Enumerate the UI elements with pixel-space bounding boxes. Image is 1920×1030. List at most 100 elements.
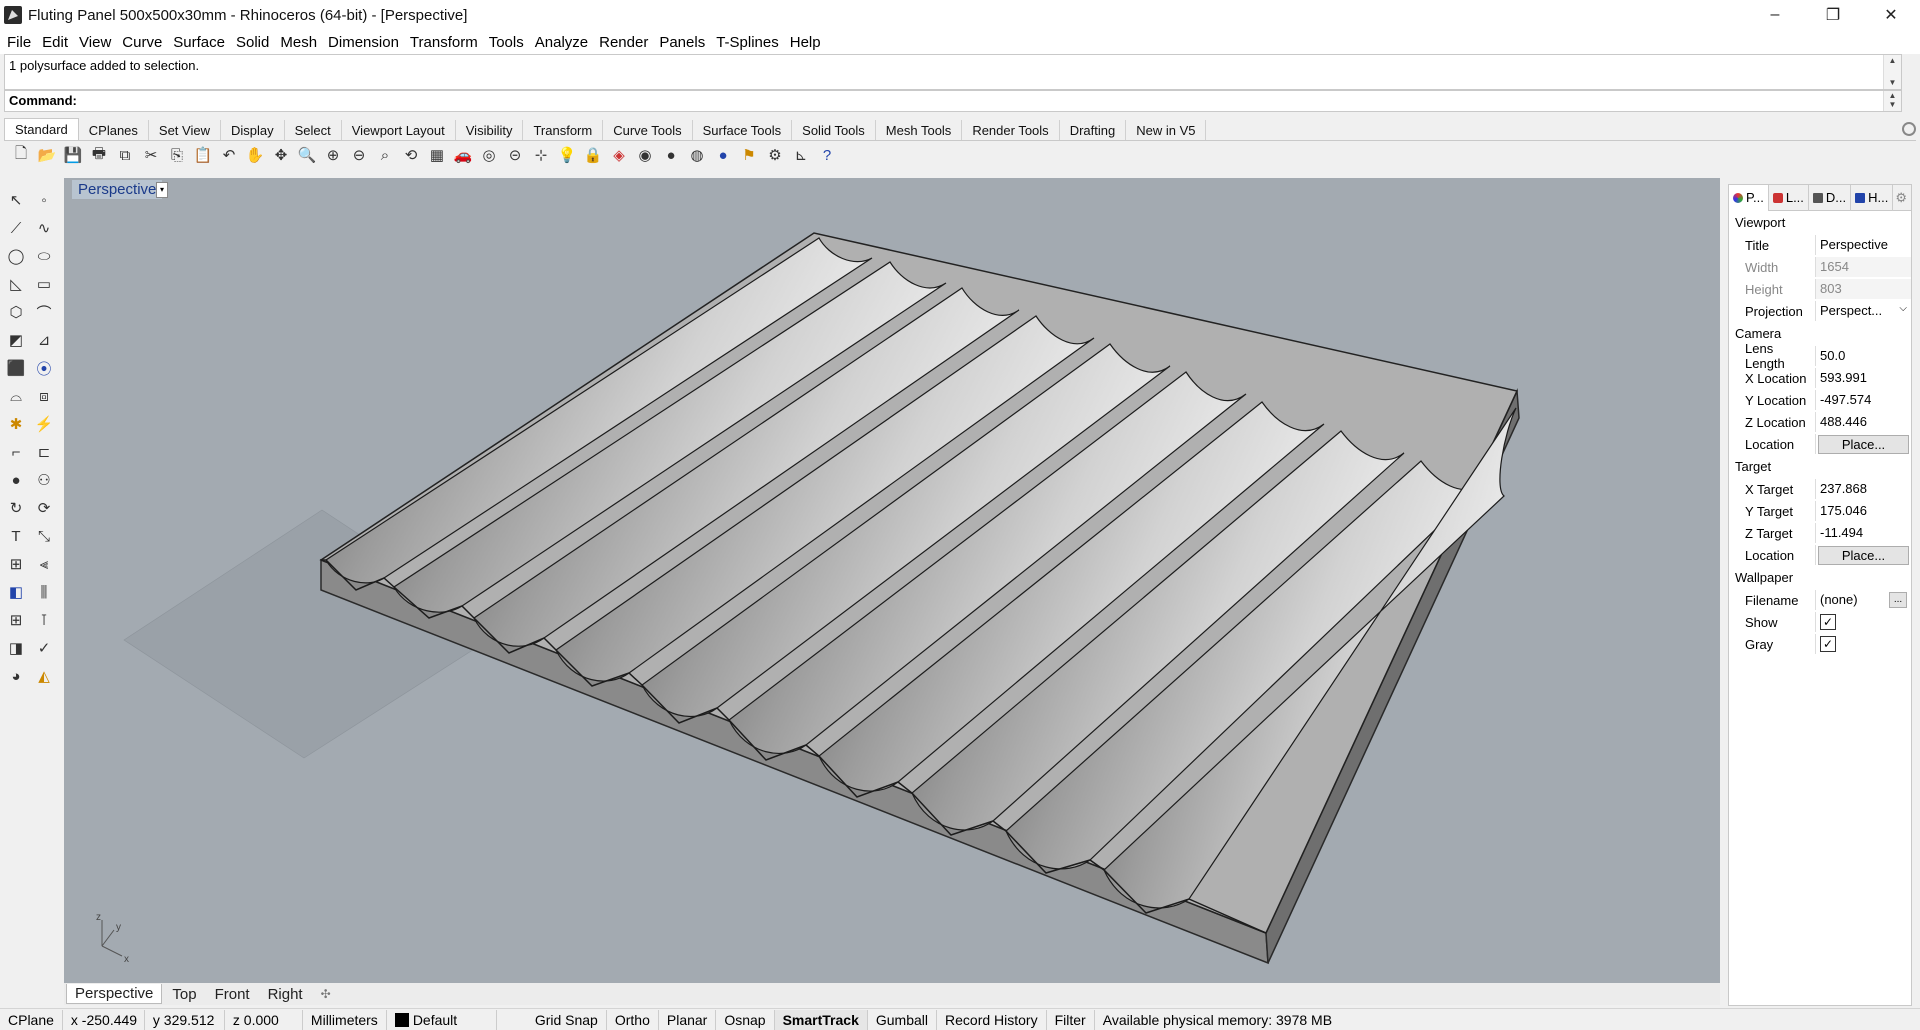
layer-icon[interactable]: ◈: [606, 143, 632, 167]
tab-standard[interactable]: Standard: [4, 118, 79, 140]
menu-surface[interactable]: Surface: [172, 34, 232, 51]
menu-curve[interactable]: Curve: [121, 34, 169, 51]
menu-render[interactable]: Render: [598, 34, 655, 51]
maximize-button[interactable]: ❐: [1804, 0, 1862, 30]
analyze-icon[interactable]: ⫼: [30, 578, 58, 606]
tab-curve-tools[interactable]: Curve Tools: [603, 120, 693, 140]
lock-icon[interactable]: 🔒: [580, 143, 606, 167]
circle-icon[interactable]: ◯: [2, 242, 30, 270]
pan-icon[interactable]: ✋: [242, 143, 268, 167]
rotate-view-icon[interactable]: ⟲: [398, 143, 424, 167]
command-scrollbar[interactable]: ▲ ▼: [1883, 91, 1901, 111]
field-lens-length[interactable]: 50.0: [1815, 346, 1911, 366]
tab-cplanes[interactable]: CPlanes: [78, 120, 149, 140]
viewport-canvas[interactable]: z y x: [64, 178, 1720, 983]
tab-viewport-layout[interactable]: Viewport Layout: [341, 120, 456, 140]
status-planar[interactable]: Planar: [659, 1009, 717, 1030]
vp-tab-top[interactable]: Top: [164, 985, 204, 1004]
material-icon[interactable]: ◕: [2, 662, 30, 690]
vp-tab-perspective[interactable]: Perspective: [66, 984, 163, 1004]
status-layer[interactable]: Default: [387, 1009, 497, 1030]
polyline-icon[interactable]: ⟋: [2, 214, 30, 242]
status-record-history[interactable]: Record History: [937, 1009, 1047, 1030]
camera-icon[interactable]: ◎: [476, 143, 502, 167]
field-title[interactable]: Perspective: [1815, 235, 1911, 255]
trim-icon[interactable]: ⚡: [30, 410, 58, 438]
car-icon[interactable]: 🚗: [450, 143, 476, 167]
render-icon[interactable]: ●: [710, 143, 736, 167]
tab-new-in-v5[interactable]: New in V5: [1126, 120, 1207, 140]
history-icon[interactable]: ⊺: [30, 606, 58, 634]
arc-icon[interactable]: ◺: [2, 270, 30, 298]
color-icon[interactable]: ◉: [632, 143, 658, 167]
status-gumball[interactable]: Gumball: [868, 1009, 938, 1030]
menu-help[interactable]: Help: [789, 34, 828, 51]
paint-icon[interactable]: ◭: [30, 662, 58, 690]
minimize-button[interactable]: –: [1746, 0, 1804, 30]
tab-help[interactable]: H...: [1851, 184, 1894, 211]
tab-solid-tools[interactable]: Solid Tools: [792, 120, 876, 140]
target-place-button[interactable]: Place...: [1818, 546, 1909, 565]
explode-icon[interactable]: ✱: [2, 410, 30, 438]
menu-tsplines[interactable]: T-Splines: [715, 34, 786, 51]
mesh-icon[interactable]: ⧈: [30, 382, 58, 410]
status-cplane[interactable]: CPlane: [0, 1009, 63, 1030]
lamp-icon[interactable]: ⚑: [736, 143, 762, 167]
zoom-extents-icon[interactable]: ⊖: [346, 143, 372, 167]
boolean-icon[interactable]: ⦿: [30, 354, 58, 382]
zoom-icon[interactable]: 🔍: [294, 143, 320, 167]
status-osnap[interactable]: Osnap: [716, 1009, 775, 1030]
tab-mesh-tools[interactable]: Mesh Tools: [875, 120, 963, 140]
command-line[interactable]: Command: ▲ ▼: [4, 90, 1902, 112]
options-icon[interactable]: ⚙: [762, 143, 788, 167]
menu-analyze[interactable]: Analyze: [534, 34, 595, 51]
close-button[interactable]: ✕: [1862, 0, 1920, 30]
camera-place-button[interactable]: Place...: [1818, 435, 1909, 454]
menu-panels[interactable]: Panels: [658, 34, 712, 51]
open-icon[interactable]: 📂: [34, 143, 60, 167]
tab-surface-tools[interactable]: Surface Tools: [692, 120, 793, 140]
freeform-icon[interactable]: ⌒: [30, 298, 58, 326]
polygon-icon[interactable]: ⬡: [2, 298, 30, 326]
join-icon[interactable]: ⚇: [30, 466, 58, 494]
status-grid-snap[interactable]: Grid Snap: [527, 1009, 607, 1030]
browse-file-button[interactable]: ...: [1889, 592, 1907, 608]
viewport-title[interactable]: Perspective: [72, 180, 163, 199]
select-icon[interactable]: ↖: [2, 186, 30, 214]
vp-tab-right[interactable]: Right: [260, 985, 311, 1004]
import-icon[interactable]: ⧉: [112, 143, 138, 167]
move-icon[interactable]: ✥: [268, 143, 294, 167]
field-x-location[interactable]: 593.991: [1815, 368, 1911, 388]
menu-view[interactable]: View: [78, 34, 118, 51]
zoom-selected-icon[interactable]: ⌕: [372, 143, 398, 167]
tab-drafting[interactable]: Drafting: [1059, 120, 1127, 140]
help-icon[interactable]: ?: [814, 143, 840, 167]
status-units[interactable]: Millimeters: [303, 1009, 387, 1030]
menu-solid[interactable]: Solid: [235, 34, 276, 51]
undo-icon[interactable]: ↶: [216, 143, 242, 167]
snap-icon[interactable]: ⊹: [528, 143, 554, 167]
projection-select[interactable]: Perspect... ⌵: [1815, 301, 1911, 321]
show-checkbox[interactable]: ✓: [1820, 614, 1836, 630]
gumball-icon[interactable]: ⊾: [788, 143, 814, 167]
perspective-viewport[interactable]: z y x Perspective ▾: [64, 178, 1720, 983]
field-z-target[interactable]: -11.494: [1815, 523, 1911, 543]
zoom-window-icon[interactable]: ⊕: [320, 143, 346, 167]
menu-mesh[interactable]: Mesh: [279, 34, 324, 51]
menu-edit[interactable]: Edit: [41, 34, 75, 51]
field-y-target[interactable]: 175.046: [1815, 501, 1911, 521]
menu-transform[interactable]: Transform: [409, 34, 485, 51]
tab-visibility[interactable]: Visibility: [455, 120, 524, 140]
rebuild-icon[interactable]: ↻: [2, 494, 30, 522]
point-icon[interactable]: ◦: [30, 186, 58, 214]
print-icon[interactable]: 🖶: [86, 143, 112, 167]
save-icon[interactable]: 💾: [60, 143, 86, 167]
rendered-icon[interactable]: ◍: [684, 143, 710, 167]
tab-transform[interactable]: Transform: [523, 120, 604, 140]
box-icon[interactable]: ⬛: [2, 354, 30, 382]
panel-options-gear-icon[interactable]: ⚙: [1895, 190, 1907, 206]
cut-icon[interactable]: ✂: [138, 143, 164, 167]
menu-file[interactable]: File: [6, 34, 38, 51]
history-scrollbar[interactable]: ▲ ▼: [1883, 55, 1901, 89]
tab-layers[interactable]: L...: [1769, 184, 1809, 211]
